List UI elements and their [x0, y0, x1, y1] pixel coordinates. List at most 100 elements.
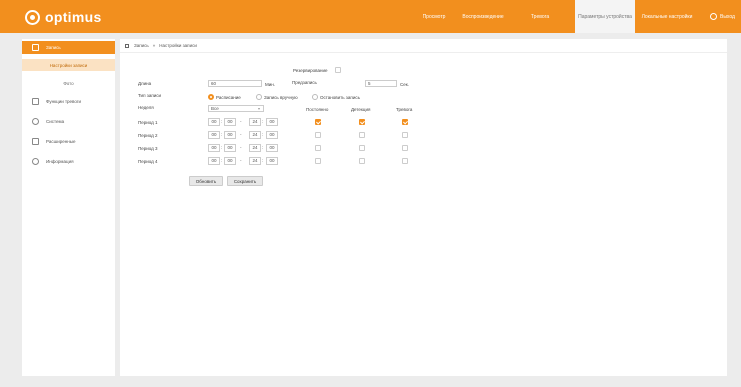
period-1-alarm-checkbox[interactable]: [402, 119, 408, 125]
period-to-hour[interactable]: 24: [249, 131, 261, 139]
power-icon: [710, 13, 717, 20]
time-separator: :: [221, 132, 223, 137]
period-3-motion-checkbox[interactable]: [359, 145, 365, 151]
period-2-continuous-checkbox[interactable]: [315, 132, 321, 138]
radio-stop-label: Остановить запись: [320, 95, 360, 100]
time-separator: :: [262, 132, 264, 137]
logo-icon: [25, 9, 40, 25]
logout-label: Выход: [720, 13, 735, 20]
breadcrumb-separator: »: [152, 43, 156, 48]
period-4-alarm-checkbox[interactable]: [402, 158, 408, 164]
alarm-icon: [32, 98, 39, 105]
time-separator: :: [221, 158, 223, 163]
sidebar-item-system[interactable]: Система: [22, 115, 115, 128]
period-from-hour[interactable]: 00: [208, 118, 220, 126]
sidebar-item-label: Система: [46, 119, 65, 124]
period-label: Период 3: [138, 146, 158, 151]
time-separator: :: [262, 158, 264, 163]
period-to-minute[interactable]: 00: [266, 144, 278, 152]
advanced-icon: [32, 138, 39, 145]
prerecord-label: Предзапись: [292, 80, 317, 85]
topnav-view[interactable]: Просмотр: [420, 0, 448, 33]
refresh-button[interactable]: Обновить: [189, 176, 223, 186]
length-unit: Мин.: [265, 82, 275, 87]
record-icon: [32, 44, 39, 51]
range-separator: -: [240, 132, 242, 137]
range-separator: -: [240, 145, 242, 150]
brand-name: optimus: [45, 9, 102, 25]
radio-stop[interactable]: [312, 94, 318, 100]
radio-manual-label: Запись вручную: [264, 95, 298, 100]
home-icon[interactable]: [125, 43, 129, 48]
period-to-minute[interactable]: 00: [266, 157, 278, 165]
sidebar-subitem-photo[interactable]: Фото: [22, 77, 115, 89]
period-2-motion-checkbox[interactable]: [359, 132, 365, 138]
breadcrumb: Запись » Настройки записи: [120, 39, 727, 53]
brand-logo[interactable]: optimus: [25, 9, 102, 25]
main-content: Запись » Настройки записи Резервирование…: [120, 39, 727, 376]
prerecord-input[interactable]: 5: [365, 80, 397, 87]
save-button[interactable]: Сохранить: [227, 176, 263, 186]
period-3-alarm-checkbox[interactable]: [402, 145, 408, 151]
period-2-alarm-checkbox[interactable]: [402, 132, 408, 138]
week-select[interactable]: Все: [208, 105, 264, 112]
period-label: Период 1: [138, 120, 158, 125]
time-separator: :: [262, 145, 264, 150]
sidebar-item-alarm[interactable]: Функции тревоги: [22, 95, 115, 108]
record-type-label: Тип записи: [138, 93, 162, 98]
period-to-hour[interactable]: 24: [249, 157, 261, 165]
reserve-label: Резервирование: [293, 68, 328, 73]
period-to-hour[interactable]: 24: [249, 118, 261, 126]
system-icon: [32, 118, 39, 125]
sidebar: Запись Настройки записи Фото Функции тре…: [22, 39, 115, 376]
period-4-continuous-checkbox[interactable]: [315, 158, 321, 164]
sidebar-item-label: Запись: [46, 45, 61, 50]
period-from-minute[interactable]: 00: [224, 118, 236, 126]
prerecord-unit: Сек.: [400, 82, 409, 87]
week-label: Неделя: [138, 105, 154, 110]
radio-schedule-label: Расписание: [216, 95, 241, 100]
topnav-device-settings[interactable]: Параметры устройства: [575, 0, 635, 33]
sidebar-item-label: Расширенные: [46, 139, 76, 144]
radio-schedule[interactable]: [208, 94, 214, 100]
period-4-motion-checkbox[interactable]: [359, 158, 365, 164]
sidebar-item-record[interactable]: Запись: [22, 41, 115, 54]
sidebar-item-advanced[interactable]: Расширенные: [22, 135, 115, 148]
period-to-minute[interactable]: 00: [266, 118, 278, 126]
time-separator: :: [221, 119, 223, 124]
period-from-hour[interactable]: 00: [208, 144, 220, 152]
breadcrumb-page: Настройки записи: [159, 43, 197, 48]
period-1-continuous-checkbox[interactable]: [315, 119, 321, 125]
period-from-hour[interactable]: 00: [208, 131, 220, 139]
period-from-hour[interactable]: 00: [208, 157, 220, 165]
sidebar-item-info[interactable]: Информация: [22, 155, 115, 168]
period-to-hour[interactable]: 24: [249, 144, 261, 152]
time-separator: :: [262, 119, 264, 124]
period-1-motion-checkbox[interactable]: [359, 119, 365, 125]
topnav-local-settings[interactable]: Локальные настройки: [640, 0, 694, 33]
sidebar-subitem-record-settings[interactable]: Настройки записи: [22, 59, 115, 71]
period-3-continuous-checkbox[interactable]: [315, 145, 321, 151]
sidebar-item-label: Информация: [46, 159, 74, 164]
period-from-minute[interactable]: 00: [224, 157, 236, 165]
top-bar: optimus Просмотр Воспроизведение Тревога…: [0, 0, 741, 33]
col-header-continuous: Постоянно: [306, 107, 329, 112]
time-separator: :: [221, 145, 223, 150]
period-label: Период 4: [138, 159, 158, 164]
logout-button[interactable]: Выход: [710, 0, 735, 33]
sidebar-item-label: Функции тревоги: [46, 99, 82, 104]
topnav-alarm[interactable]: Тревога: [520, 0, 560, 33]
length-label: Длина: [138, 81, 152, 86]
topnav-playback[interactable]: Воспроизведение: [454, 0, 512, 33]
period-from-minute[interactable]: 00: [224, 131, 236, 139]
length-input[interactable]: 60: [208, 80, 262, 87]
period-from-minute[interactable]: 00: [224, 144, 236, 152]
radio-manual[interactable]: [256, 94, 262, 100]
breadcrumb-section[interactable]: Запись: [134, 43, 149, 48]
reserve-checkbox[interactable]: [335, 67, 341, 73]
period-to-minute[interactable]: 00: [266, 131, 278, 139]
period-label: Период 2: [138, 133, 158, 138]
range-separator: -: [240, 158, 242, 163]
col-header-motion: Детекция: [351, 107, 371, 112]
range-separator: -: [240, 119, 242, 124]
